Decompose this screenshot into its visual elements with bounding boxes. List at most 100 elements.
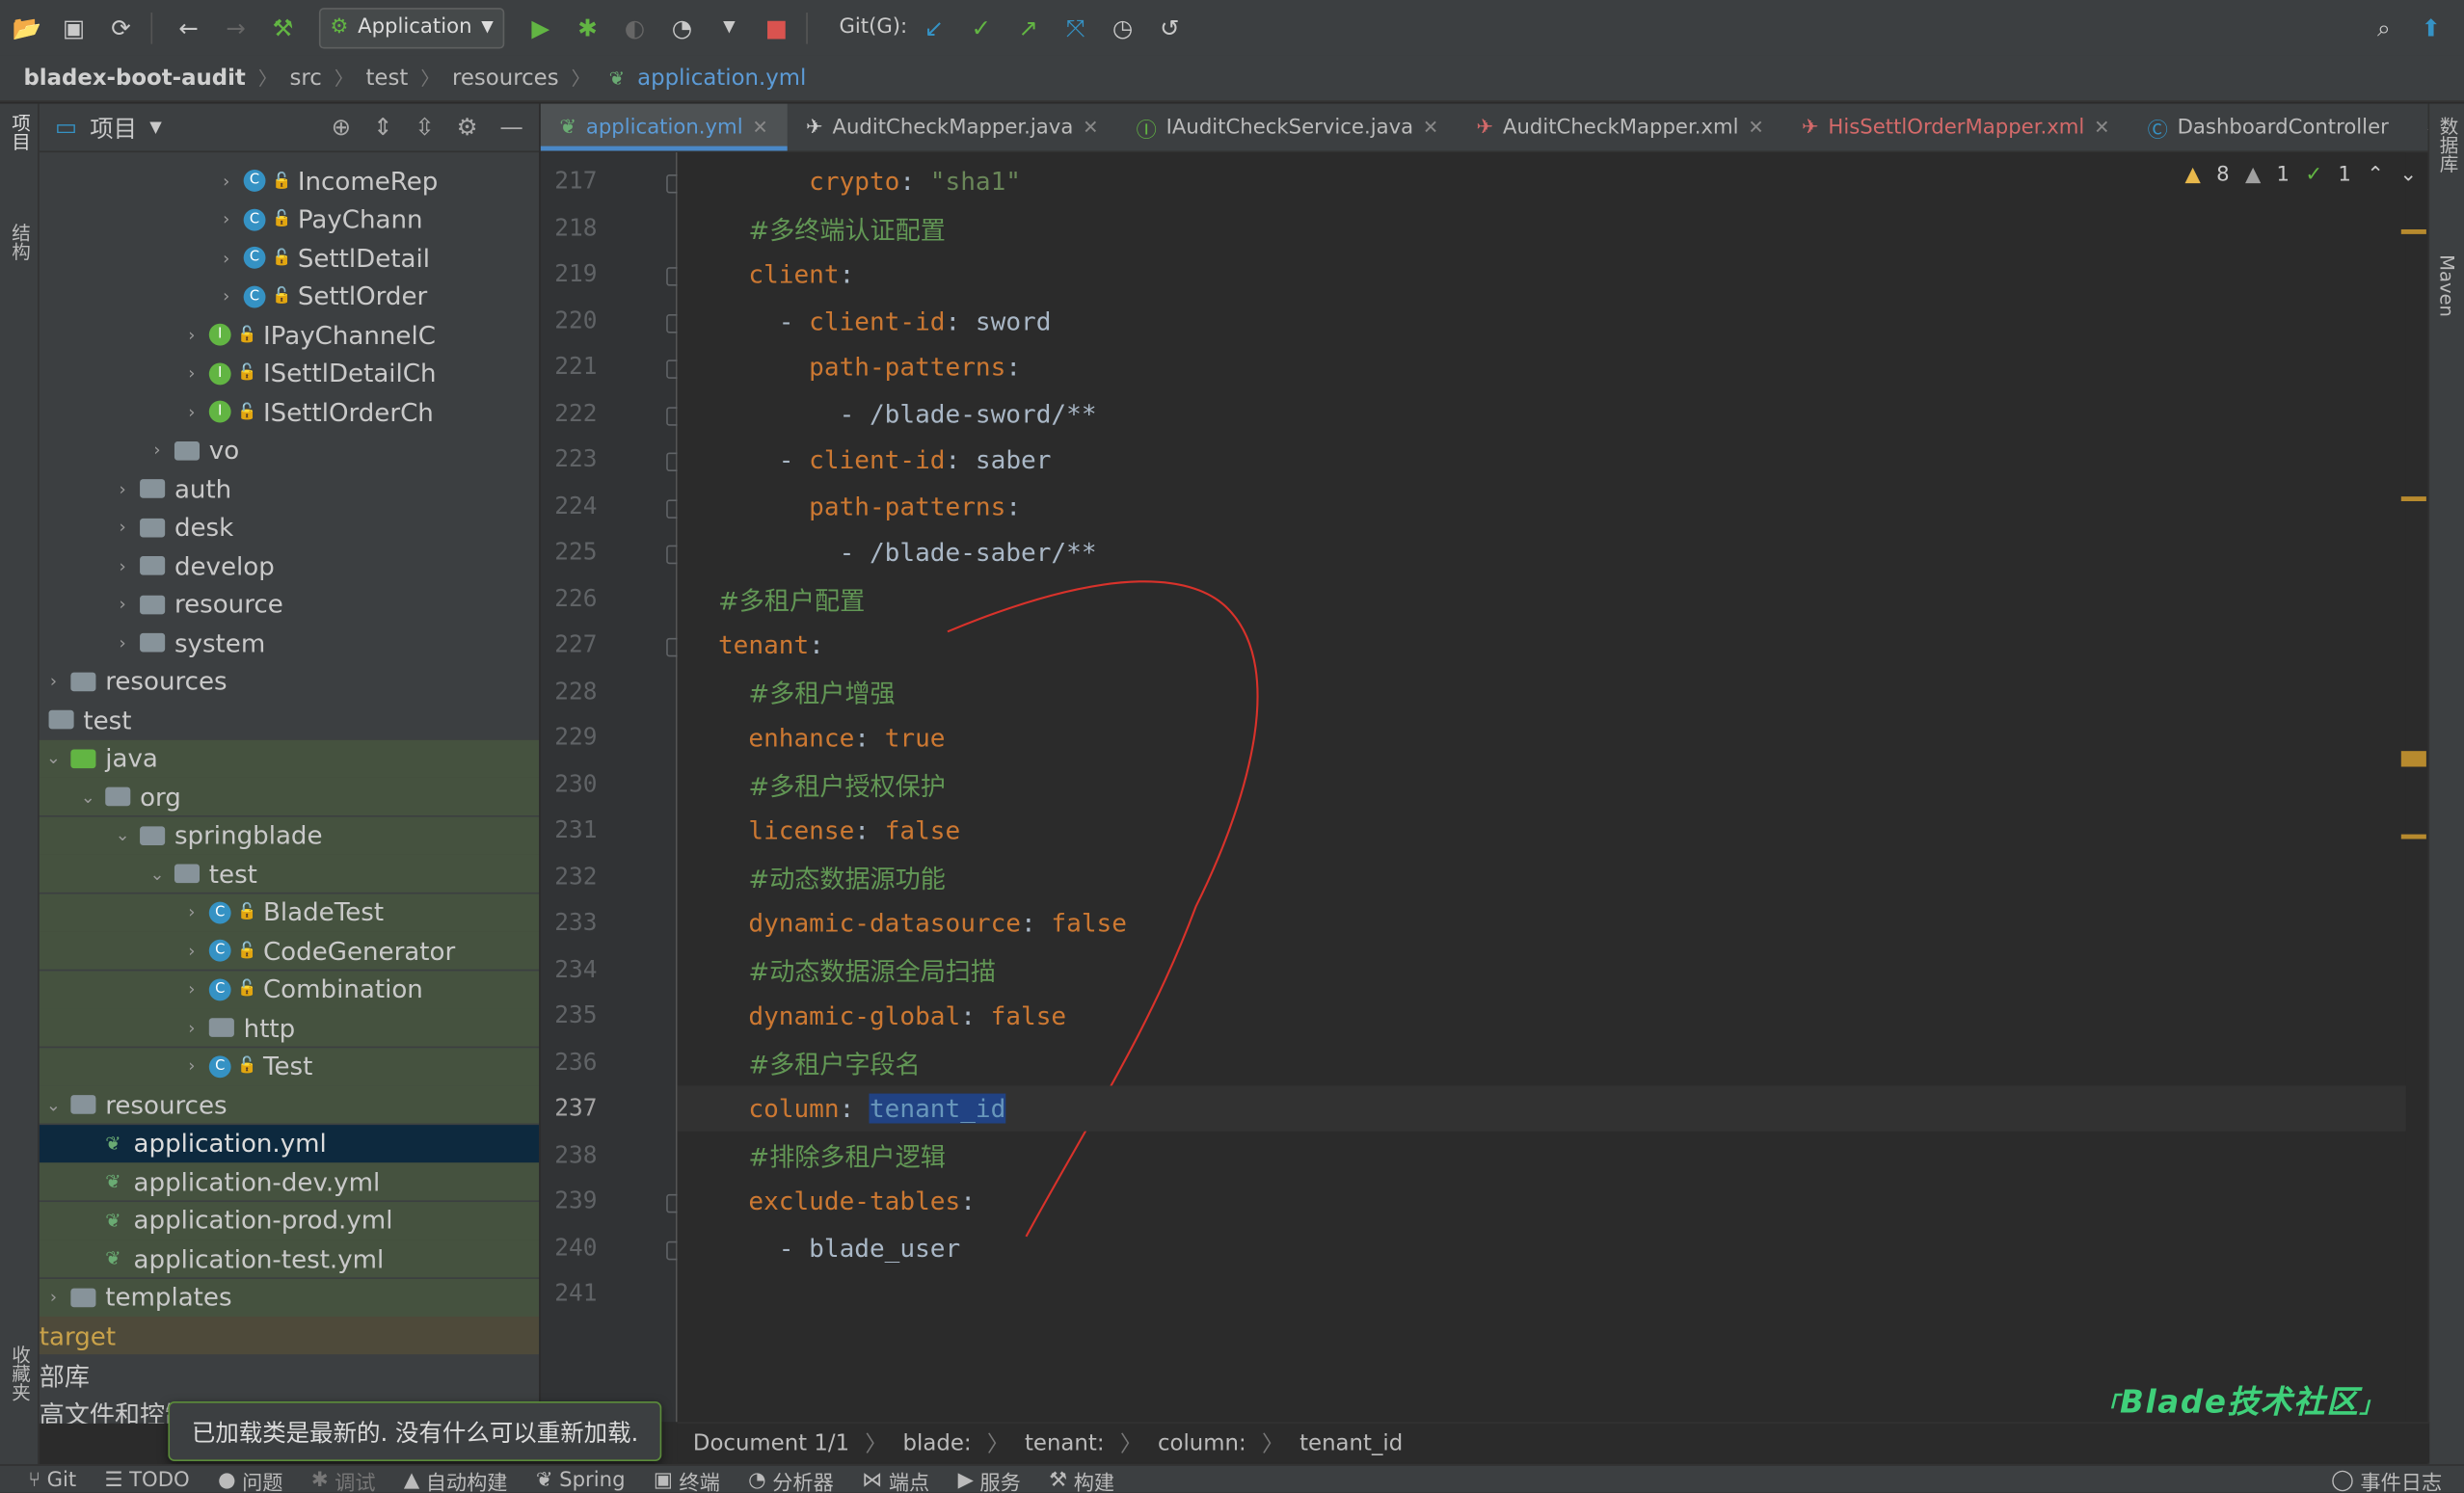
code-line[interactable]: enhance: true — [678, 715, 2406, 760]
favorites-tool-tab[interactable]: 收藏夹 — [8, 1345, 35, 1401]
expand-all-icon[interactable]: ⇕ — [373, 113, 393, 141]
bottom-tool-10[interactable]: ⚒ 构建 — [1049, 1465, 1114, 1492]
code-line[interactable]: exclude-tables: — [678, 1179, 2406, 1224]
hide-icon[interactable]: — — [499, 113, 522, 141]
editor-crumb-document[interactable]: Document 1/1 — [693, 1430, 849, 1455]
locate-icon[interactable]: ⊕ — [332, 113, 352, 141]
tree-item[interactable]: › C 🔓 PayChann — [40, 200, 539, 238]
editor-crumb-value[interactable]: tenant_id — [1299, 1430, 1403, 1455]
bottom-tool-0[interactable]: ⑂ Git — [28, 1468, 76, 1491]
chevron-right-icon[interactable]: › — [215, 286, 237, 307]
chevron-down-icon[interactable]: ▼ — [149, 119, 162, 136]
chevron-right-icon[interactable]: › — [112, 594, 134, 614]
breadcrumb-test[interactable]: test — [365, 66, 408, 91]
database-tool-tab[interactable]: 数据库 — [2436, 117, 2463, 173]
run-icon[interactable]: ▶ — [521, 7, 561, 47]
close-icon[interactable]: ✕ — [752, 117, 767, 139]
back-icon[interactable]: ← — [168, 7, 208, 47]
tree-item[interactable]: › C 🔓 BladeTest — [39, 893, 540, 931]
bottom-tool-5[interactable]: ❦ Spring — [536, 1468, 626, 1491]
code-line[interactable]: #多租户增强 — [678, 669, 2406, 714]
git-push-icon[interactable]: ↗ — [1008, 7, 1049, 47]
chevron-down-icon[interactable]: ⌄ — [112, 825, 134, 845]
bottom-tool-8[interactable]: ⋈ 端点 — [862, 1465, 929, 1492]
gear-icon[interactable]: ⚙ — [457, 113, 478, 141]
maven-tool-tab[interactable]: Maven — [2436, 254, 2458, 317]
history-icon[interactable]: ◷ — [1102, 7, 1142, 47]
tree-item[interactable]: › I 🔓 ISettlDetailCh — [40, 355, 539, 392]
tree-item[interactable]: ⌄ resources — [39, 1085, 540, 1124]
chevron-right-icon[interactable]: › — [147, 440, 169, 460]
tree-item[interactable]: › I 🔓 ISettlOrderCh — [40, 393, 539, 431]
breadcrumb-src[interactable]: src — [289, 66, 321, 91]
code-line[interactable]: - /blade-sword/** — [678, 390, 2406, 436]
debug-icon[interactable]: ✱ — [567, 7, 607, 47]
forward-icon[interactable]: → — [215, 7, 255, 47]
code-line[interactable]: #动态数据源全局扫描 — [678, 946, 2406, 992]
tree-item[interactable]: › I 🔓 IPayChannelC — [40, 316, 539, 354]
tree-item[interactable]: › http — [39, 1008, 540, 1047]
tree-item[interactable]: ❦ application-test.yml — [39, 1240, 540, 1278]
code-line[interactable]: license: false — [678, 808, 2406, 853]
scroll-marker[interactable] — [2400, 496, 2426, 502]
code-line[interactable]: tenant: — [678, 623, 2406, 668]
code-line[interactable]: #动态数据源功能 — [678, 854, 2406, 899]
editor-tab[interactable]: Ⓒ DashboardController — [2129, 104, 2407, 151]
tree-item[interactable]: › C 🔓 Test — [39, 1047, 540, 1085]
code-line[interactable]: - /blade-saber/** — [678, 529, 2406, 574]
code-line[interactable]: path-patterns: — [678, 344, 2406, 389]
editor-tab[interactable]: Ⓘ IAuditCheckService.java ✕ — [1117, 104, 1458, 151]
tree-item[interactable]: › develop — [40, 547, 539, 584]
code-line[interactable]: dynamic-datasource: false — [678, 900, 2406, 946]
tree-item[interactable]: ❦ application.yml — [39, 1124, 540, 1162]
chevron-down-icon[interactable]: ⌄ — [42, 748, 65, 768]
search-icon[interactable]: ⌕ — [2364, 7, 2404, 47]
tree-item[interactable]: test — [40, 701, 539, 738]
tree-item[interactable]: ❦ application-dev.yml — [39, 1162, 540, 1201]
inspection-widget[interactable]: ▲ 8 ▲ 1 ✓ 1 ⌃ ⌄ — [2185, 164, 2418, 187]
scroll-marker[interactable] — [2400, 228, 2426, 234]
stop-icon[interactable]: ■ — [756, 7, 796, 47]
chevron-down-icon[interactable]: ⌄ — [147, 864, 169, 884]
scroll-marker[interactable] — [2400, 834, 2426, 840]
code-line[interactable]: #多租户配置 — [678, 575, 2406, 621]
bottom-tool-4[interactable]: ▲ 自动构建 — [404, 1465, 508, 1492]
tree-item[interactable]: › auth — [40, 469, 539, 507]
editor-crumb-column[interactable]: column: — [1158, 1430, 1246, 1455]
code-line[interactable]: client: — [678, 252, 2406, 297]
prev-highlight-icon[interactable]: ⌃ — [2367, 164, 2384, 187]
tree-item[interactable]: › desk — [40, 508, 539, 546]
tree-item[interactable]: › resource — [40, 585, 539, 623]
chevron-right-icon[interactable]: › — [180, 1055, 202, 1076]
tree-item[interactable]: ⌄ java — [39, 738, 540, 778]
chevron-down-icon[interactable]: ⌄ — [42, 1094, 65, 1114]
tree-item[interactable]: › templates — [39, 1278, 540, 1317]
code-line[interactable]: dynamic-global: false — [678, 993, 2406, 1038]
tree-item[interactable]: ⌄ springblade — [39, 815, 540, 854]
next-highlight-icon[interactable]: ⌄ — [2399, 164, 2417, 187]
close-icon[interactable]: ✕ — [1423, 117, 1438, 139]
close-icon[interactable]: ✕ — [2094, 117, 2109, 139]
breadcrumb-file[interactable]: application.yml — [637, 66, 806, 91]
chevron-right-icon[interactable]: › — [215, 209, 237, 229]
tabs-overflow-icon[interactable]: ⌄ — [2407, 116, 2429, 139]
editor-crumb-blade[interactable]: blade: — [903, 1430, 972, 1455]
code-line[interactable]: #多终端认证配置 — [678, 205, 2406, 251]
editor-tab[interactable]: ✈ AuditCheckMapper.java ✕ — [787, 104, 1117, 151]
project-tool-tab[interactable]: 项目 — [8, 113, 35, 150]
tree-item[interactable]: › C 🔓 CodeGenerator — [39, 931, 540, 970]
tree-item[interactable]: › C 🔓 SettlOrder — [40, 278, 539, 315]
code-line[interactable]: - blade_user — [678, 1225, 2406, 1270]
chevron-right-icon[interactable]: › — [180, 325, 202, 345]
bottom-tool-1[interactable]: ☰ TODO — [105, 1468, 190, 1491]
tree-item[interactable]: › vo — [40, 431, 539, 468]
update-icon[interactable]: ⬆ — [2411, 7, 2451, 47]
tree-item[interactable]: target — [39, 1317, 540, 1355]
git-merge-icon[interactable]: ⤧ — [1055, 7, 1095, 47]
code-line[interactable]: crypto: "sha1" — [678, 159, 2406, 204]
git-commit-icon[interactable]: ✓ — [961, 7, 1002, 47]
chevron-right-icon[interactable]: › — [215, 248, 237, 268]
chevron-down-icon[interactable]: ⌄ — [77, 786, 99, 807]
profile-icon[interactable]: ◔ — [661, 7, 702, 47]
save-icon[interactable]: ▣ — [53, 7, 94, 47]
